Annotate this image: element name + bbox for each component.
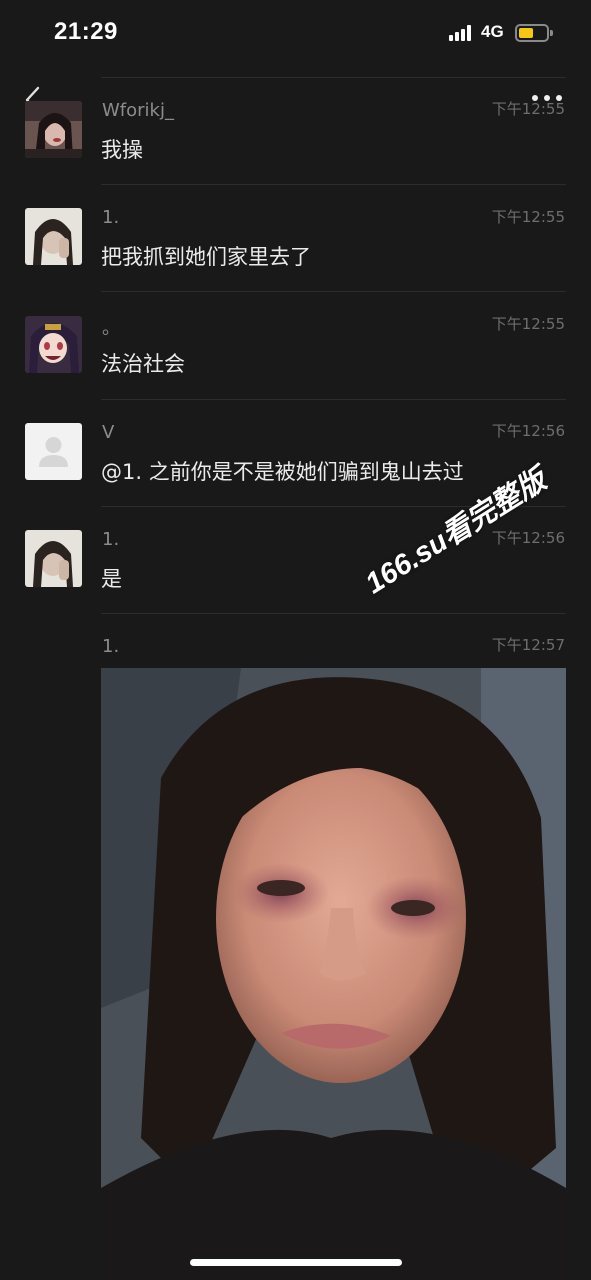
comment-username[interactable]: 1. (102, 636, 119, 657)
battery-icon (515, 24, 553, 42)
divider (101, 291, 566, 292)
comment-text: 我操 (101, 138, 143, 162)
avatar[interactable] (25, 101, 82, 158)
avatar[interactable] (25, 423, 82, 480)
avatar[interactable] (25, 530, 82, 587)
comment-timestamp: 下午12:55 (491, 208, 565, 226)
cellular-signal-icon (449, 25, 475, 41)
comment-timestamp: 下午12:56 (491, 529, 565, 547)
comment-username[interactable]: 1. (102, 529, 119, 550)
network-type: 4G (481, 22, 504, 41)
comment-timestamp: 下午12:55 (491, 100, 565, 118)
status-bar: 21:29 4G (0, 0, 591, 64)
comment-username[interactable]: 。 (102, 314, 120, 340)
comment-text: 法治社会 (101, 352, 185, 376)
comment-timestamp: 下午12:57 (491, 636, 565, 654)
home-indicator[interactable] (190, 1259, 402, 1266)
comment-timestamp: 下午12:56 (491, 422, 565, 440)
comment-username[interactable]: Wforikj_ (102, 100, 174, 121)
comment-text: 是 (101, 567, 122, 591)
comment-photo-attachment[interactable] (101, 668, 566, 1280)
avatar[interactable] (25, 208, 82, 265)
divider (101, 399, 566, 400)
injured-face-photo (101, 668, 566, 1280)
default-avatar-icon (25, 423, 82, 480)
divider (101, 184, 566, 185)
divider (101, 613, 566, 614)
comment-username[interactable]: 1. (102, 207, 119, 228)
status-time: 21:29 (54, 18, 118, 45)
comment-text: 把我抓到她们家里去了 (101, 245, 311, 269)
divider (101, 77, 566, 78)
comment-username[interactable]: V (102, 422, 114, 443)
comment-text: @1. 之前你是不是被她们骗到鬼山去过 (101, 460, 464, 484)
avatar[interactable] (25, 316, 82, 373)
comment-timestamp: 下午12:55 (491, 315, 565, 333)
